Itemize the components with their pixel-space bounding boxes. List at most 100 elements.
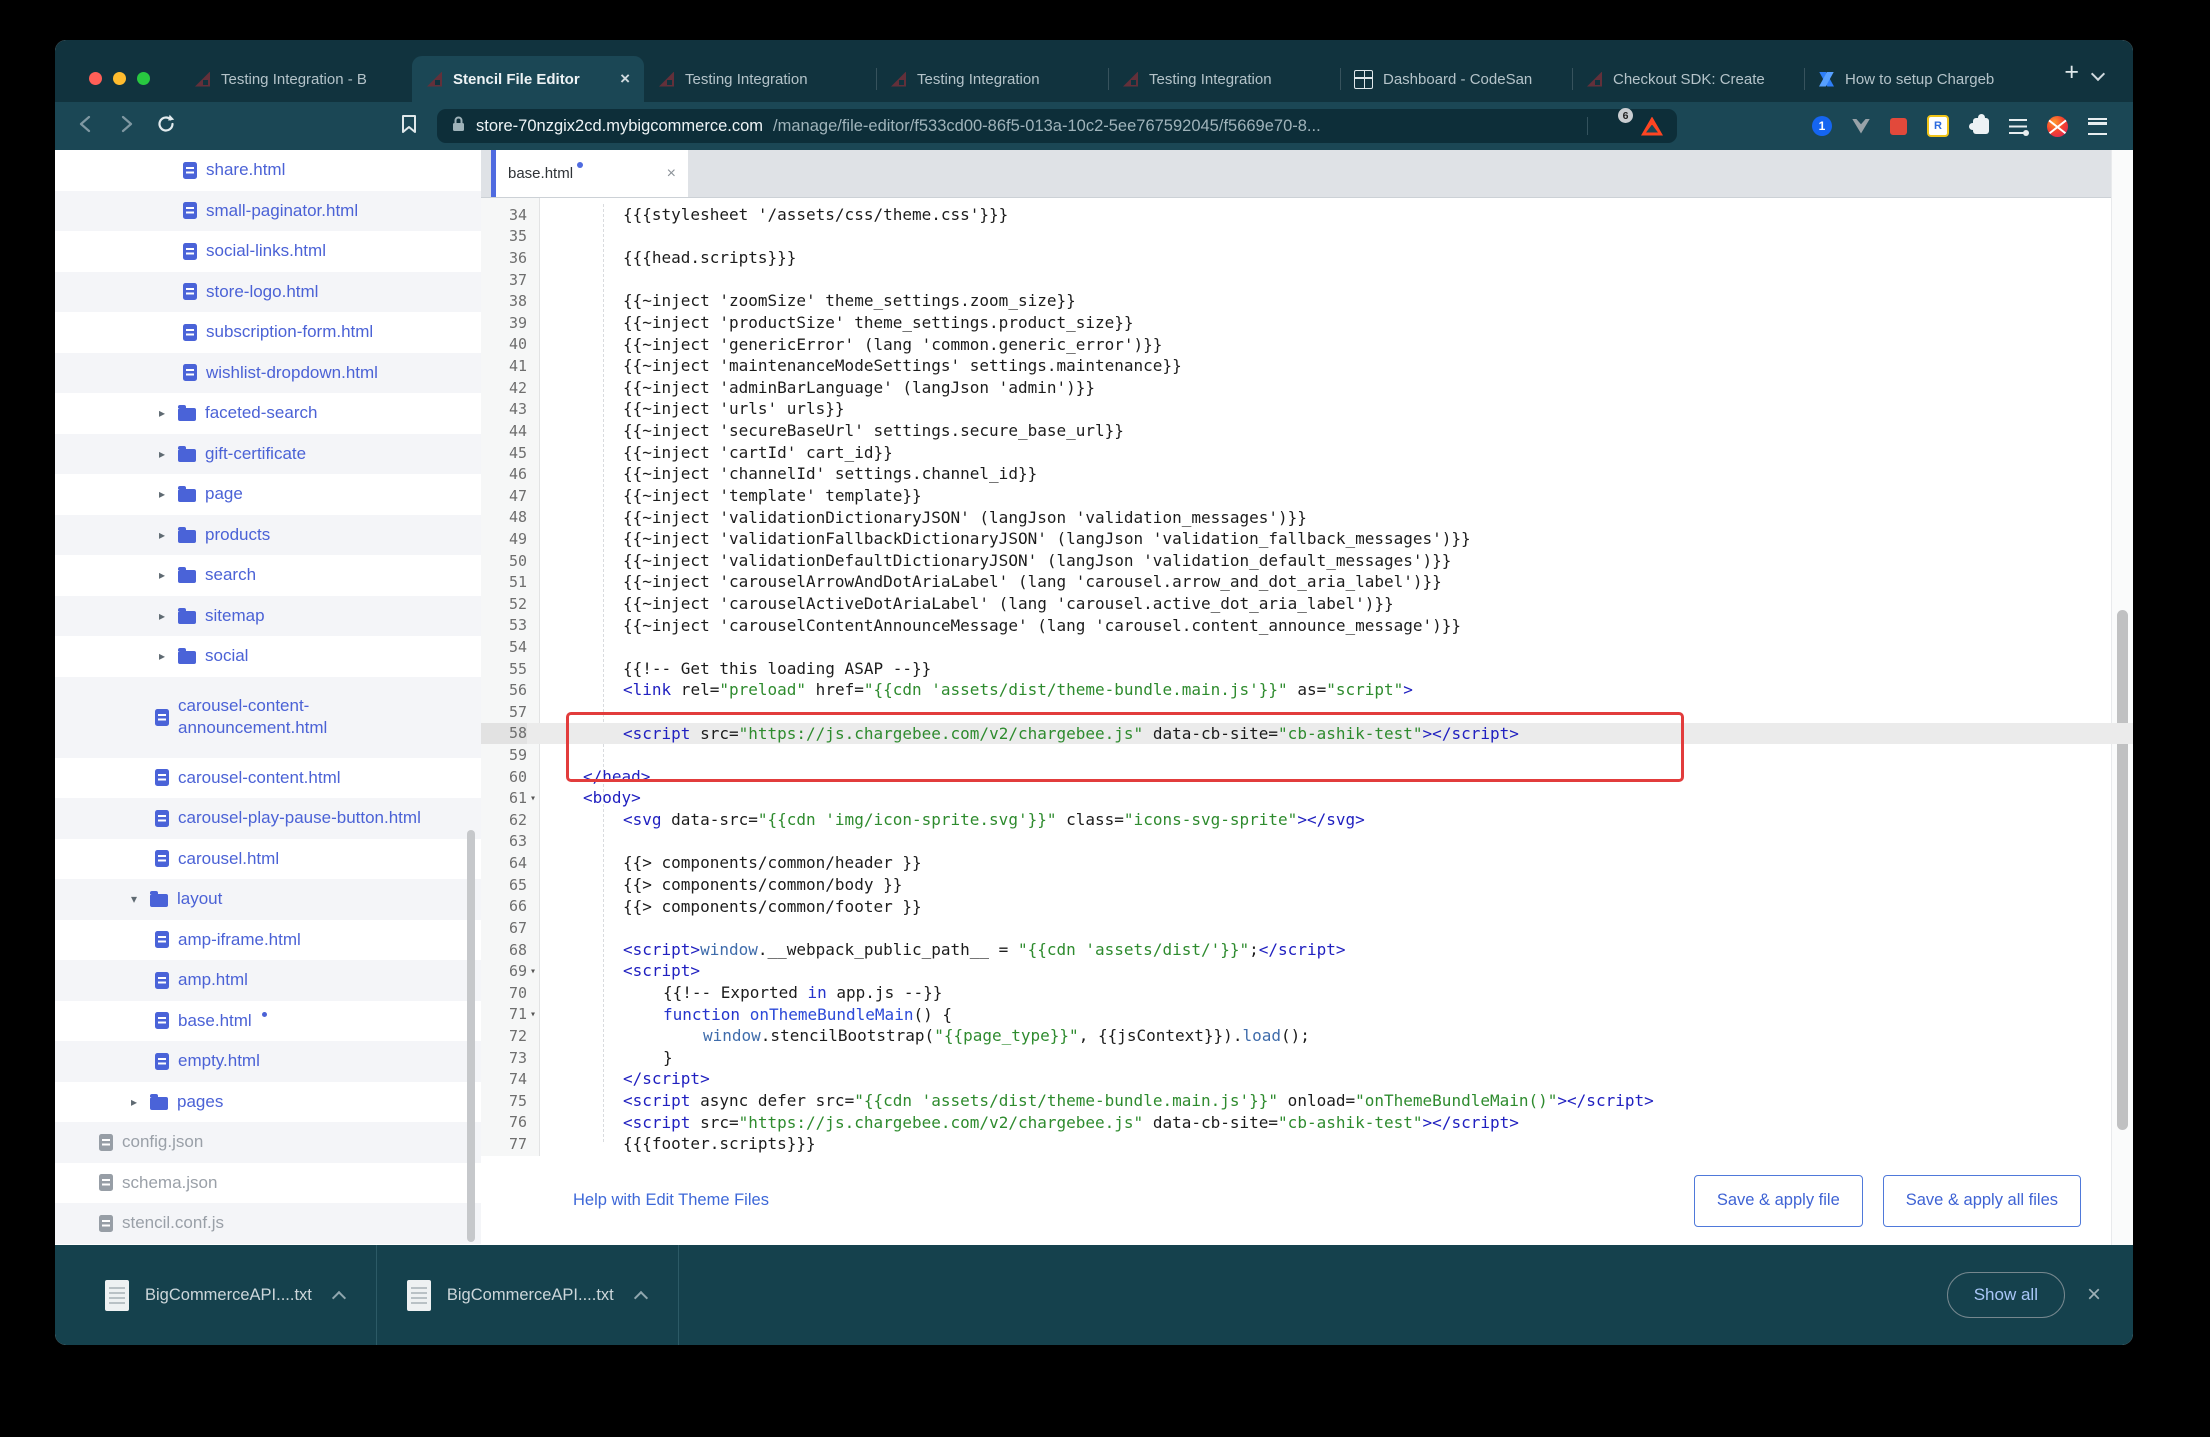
code-line[interactable]: 67 — [481, 917, 2133, 939]
chevron-up-icon[interactable] — [332, 1290, 346, 1300]
tree-file-row[interactable]: base.html — [55, 1001, 481, 1042]
tree-folder-row[interactable]: ▾layout — [55, 879, 481, 920]
tree-file-row[interactable]: schema.json — [55, 1163, 481, 1204]
brave-shield-icon[interactable]: 6 — [1604, 114, 1625, 138]
code-line[interactable]: 37 — [481, 269, 2133, 291]
browser-menu-icon[interactable] — [2088, 118, 2107, 135]
tree-file-row[interactable]: carousel-content.html — [55, 758, 481, 799]
tree-file-row[interactable]: amp-iframe.html — [55, 920, 481, 961]
code-line[interactable]: 41{{~inject 'maintenanceModeSettings' se… — [481, 355, 2133, 377]
sidebar-scrollbar-thumb[interactable] — [467, 830, 475, 1242]
code-line[interactable]: 64{{> components/common/header }} — [481, 852, 2133, 874]
save-apply-file-button[interactable]: Save & apply file — [1694, 1175, 1863, 1227]
tree-file-row[interactable]: config.json — [55, 1122, 481, 1163]
code-line[interactable]: 74</script> — [481, 1068, 2133, 1090]
chevron-right-icon[interactable]: ▸ — [127, 1095, 141, 1109]
code-line[interactable]: 48{{~inject 'validationDictionaryJSON' (… — [481, 507, 2133, 529]
chevron-right-icon[interactable]: ▸ — [155, 568, 169, 582]
browser-tab[interactable]: Testing Integration — [644, 56, 876, 102]
maximize-window-button[interactable] — [137, 72, 150, 85]
tree-folder-row[interactable]: ▸gift-certificate — [55, 434, 481, 475]
code-line[interactable]: 47{{~inject 'template' template}} — [481, 485, 2133, 507]
code-line[interactable]: 75<script async defer src="{{cdn 'assets… — [481, 1090, 2133, 1112]
tree-folder-row[interactable]: ▸products — [55, 515, 481, 556]
browser-tab[interactable]: How to setup Chargeb — [1804, 56, 2036, 102]
tree-folder-row[interactable]: ▸social — [55, 636, 481, 677]
vue-devtools-extension-icon[interactable] — [1852, 119, 1870, 134]
code-line[interactable]: 56<link rel="preload" href="{{cdn 'asset… — [481, 679, 2133, 701]
fold-arrow-icon[interactable]: ▾ — [527, 1009, 539, 1020]
chevron-right-icon[interactable]: ▸ — [155, 406, 169, 420]
forward-button[interactable] — [115, 113, 137, 140]
fold-arrow-icon[interactable]: ▾ — [527, 966, 539, 977]
tab-close-icon[interactable]: × — [620, 69, 630, 89]
code-line[interactable]: 59 — [481, 744, 2133, 766]
code-line[interactable]: 51{{~inject 'carouselArrowAndDotAriaLabe… — [481, 571, 2133, 593]
tree-file-row[interactable]: share.html — [55, 150, 481, 191]
tree-file-row[interactable]: store-logo.html — [55, 272, 481, 313]
code-line[interactable]: 39{{~inject 'productSize' theme_settings… — [481, 312, 2133, 334]
browser-tab[interactable]: Testing Integration — [876, 56, 1108, 102]
download-item[interactable]: BigCommerceAPI....txt — [377, 1245, 679, 1345]
code-line[interactable]: 42{{~inject 'adminBarLanguage' (langJson… — [481, 377, 2133, 399]
tab-search-chevron-icon[interactable] — [2091, 69, 2105, 78]
chevron-up-icon[interactable] — [634, 1290, 648, 1300]
code-line[interactable]: 54 — [481, 636, 2133, 658]
code-line[interactable]: 43{{~inject 'urls' urls}} — [481, 398, 2133, 420]
code-line[interactable]: 61▾<body> — [481, 787, 2133, 809]
extensions-puzzle-icon[interactable] — [1973, 118, 1989, 134]
code-line[interactable]: 40{{~inject 'genericError' (lang 'common… — [481, 334, 2133, 356]
tree-file-row[interactable]: stencil.conf.js — [55, 1203, 481, 1244]
chevron-right-icon[interactable]: ▸ — [155, 487, 169, 501]
tree-file-row[interactable]: wishlist-dropdown.html — [55, 353, 481, 394]
chevron-right-icon[interactable]: ▸ — [155, 528, 169, 542]
browser-tab[interactable]: Dashboard - CodeSan — [1340, 56, 1572, 102]
editor-tab-base-html[interactable]: base.html × — [491, 150, 688, 197]
browser-tab[interactable]: Testing Integration - B — [180, 56, 412, 102]
tree-file-row[interactable]: carousel.html — [55, 839, 481, 880]
tree-file-row[interactable]: social-links.html — [55, 231, 481, 272]
chevron-right-icon[interactable]: ▸ — [155, 447, 169, 461]
code-line[interactable]: 55{{!-- Get this loading ASAP --}} — [481, 658, 2133, 680]
code-line[interactable]: 73} — [481, 1047, 2133, 1069]
code-line[interactable]: 57 — [481, 701, 2133, 723]
tree-folder-row[interactable]: ▸pages — [55, 1082, 481, 1123]
code-line[interactable]: 53{{~inject 'carouselContentAnnounceMess… — [481, 615, 2133, 637]
code-line[interactable]: 49{{~inject 'validationFallbackDictionar… — [481, 528, 2133, 550]
tree-folder-row[interactable]: ▸search — [55, 555, 481, 596]
code-line[interactable]: 36{{{head.scripts}}} — [481, 247, 2133, 269]
chevron-right-icon[interactable]: ▸ — [155, 649, 169, 663]
code-line[interactable]: 72window.stencilBootstrap("{{page_type}}… — [481, 1025, 2133, 1047]
code-line[interactable]: 45{{~inject 'cartId' cart_id}} — [481, 442, 2133, 464]
show-all-downloads-button[interactable]: Show all — [1947, 1272, 2065, 1318]
sphere-extension-icon[interactable] — [2047, 116, 2068, 137]
code-line[interactable]: 60</head> — [481, 766, 2133, 788]
fold-arrow-icon[interactable]: ▾ — [527, 793, 539, 804]
tree-file-row[interactable]: subscription-form.html — [55, 312, 481, 353]
browser-tab[interactable]: Stencil File Editor× — [412, 56, 644, 102]
code-line[interactable]: 44{{~inject 'secureBaseUrl' settings.sec… — [481, 420, 2133, 442]
code-line[interactable]: 71▾function onThemeBundleMain() { — [481, 1004, 2133, 1026]
code-line[interactable]: 62<svg data-src="{{cdn 'img/icon-sprite.… — [481, 809, 2133, 831]
code-line[interactable]: 46{{~inject 'channelId' settings.channel… — [481, 463, 2133, 485]
chevron-right-icon[interactable]: ▸ — [155, 609, 169, 623]
code-line[interactable]: 76<script src="https://js.chargebee.com/… — [481, 1112, 2133, 1134]
brave-rewards-icon[interactable] — [1641, 117, 1663, 136]
shelf-close-icon[interactable]: × — [2087, 1281, 2101, 1309]
tree-folder-row[interactable]: ▸page — [55, 474, 481, 515]
close-window-button[interactable] — [89, 72, 102, 85]
tree-file-row[interactable]: small-paginator.html — [55, 191, 481, 232]
playlist-extension-icon[interactable] — [2009, 119, 2027, 134]
browser-tab[interactable]: Testing Integration — [1108, 56, 1340, 102]
code-line[interactable]: 69▾<script> — [481, 960, 2133, 982]
code-line[interactable]: 65{{> components/common/body }} — [481, 874, 2133, 896]
tree-file-row[interactable]: carousel-content-announcement.html — [55, 677, 481, 758]
download-item[interactable]: BigCommerceAPI....txt — [75, 1245, 377, 1345]
refresh-r-extension-icon[interactable] — [1927, 115, 1949, 137]
code-line[interactable]: 77{{{footer.scripts}}} — [481, 1133, 2133, 1155]
tree-folder-row[interactable]: ▸sitemap — [55, 596, 481, 637]
code-line[interactable]: 38{{~inject 'zoomSize' theme_settings.zo… — [481, 290, 2133, 312]
code-line[interactable]: 35 — [481, 226, 2133, 248]
code-line[interactable]: 58<script src="https://js.chargebee.com/… — [481, 723, 2133, 745]
minimize-window-button[interactable] — [113, 72, 126, 85]
